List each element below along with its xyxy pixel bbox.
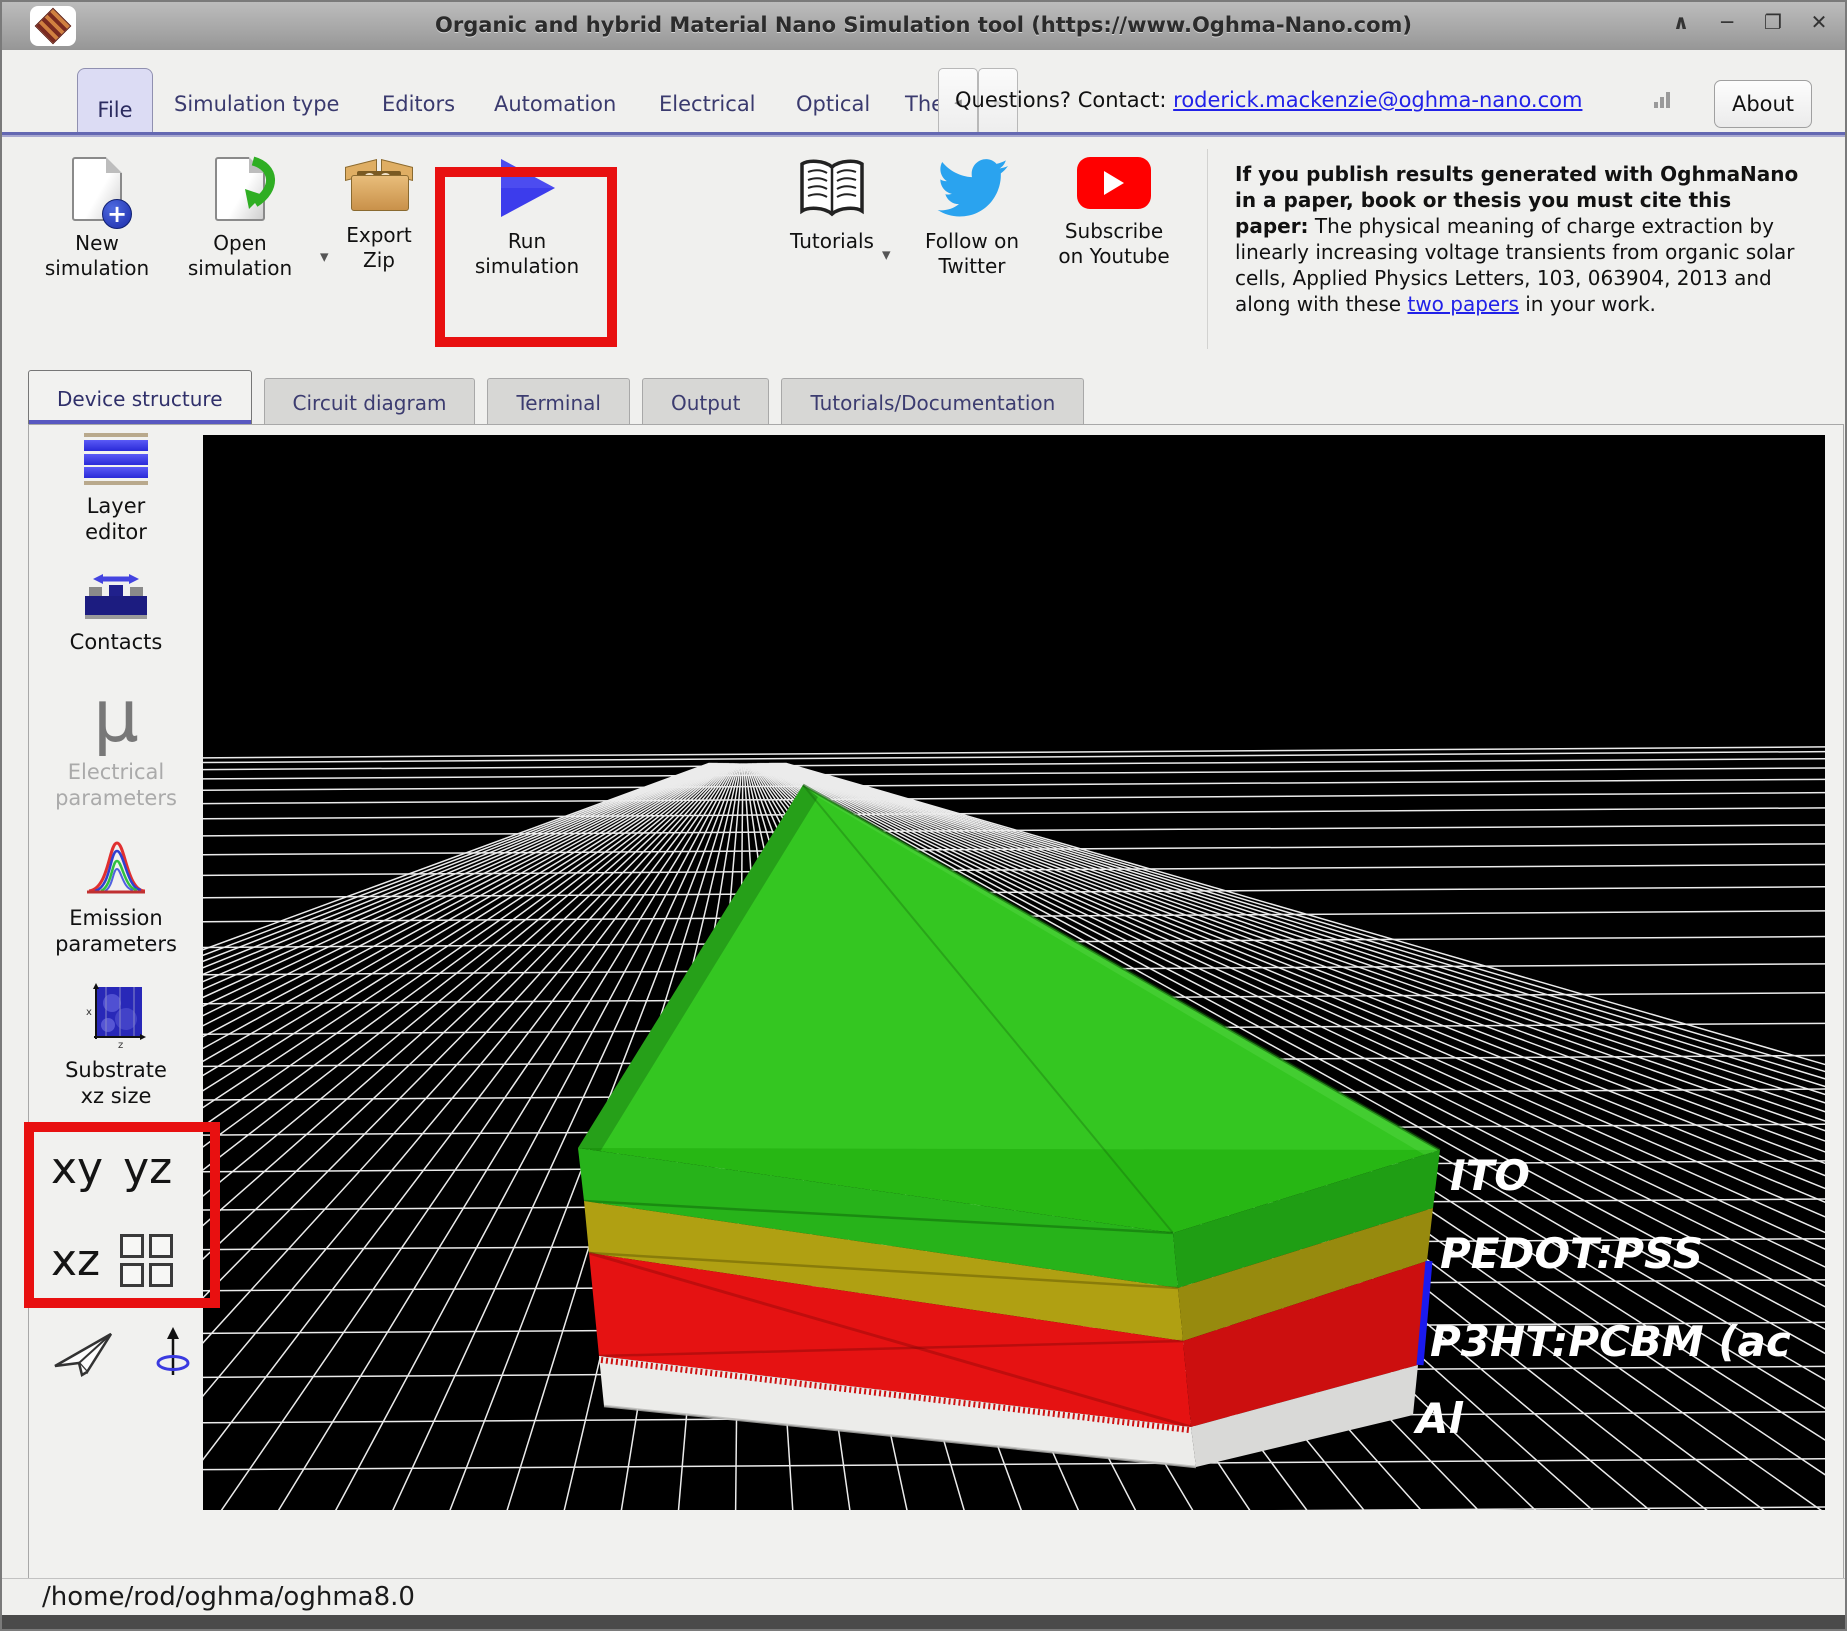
- tutorials-dropdown-icon[interactable]: ▾: [882, 245, 891, 265]
- label-p3ht-pcbm: P3HT:PCBM (ac: [1430, 1317, 1791, 1366]
- menu-electrical[interactable]: Electrical: [659, 92, 756, 116]
- fly-scene-icon[interactable]: [51, 1328, 117, 1378]
- run-simulation-button[interactable]: Runsimulation: [462, 157, 592, 279]
- menu-simulation-type[interactable]: Simulation type: [174, 92, 339, 116]
- tutorials-button[interactable]: Tutorials: [772, 157, 892, 254]
- label-pedot-pss: PEDOT:PSS: [1440, 1229, 1703, 1278]
- open-document-icon: [215, 157, 265, 221]
- tab-tutorials-documentation[interactable]: Tutorials/Documentation: [781, 378, 1084, 427]
- new-simulation-button[interactable]: + Newsimulation: [42, 157, 152, 281]
- contacts-icon: [83, 571, 149, 621]
- layer-labels: ITO PEDOT:PSS P3HT:PCBM (ac Al: [1413, 1151, 1791, 1443]
- window-title: Organic and hybrid Material Nano Simulat…: [2, 13, 1845, 37]
- menu-optical[interactable]: Optical: [796, 92, 870, 116]
- follow-twitter-button[interactable]: Follow onTwitter: [907, 157, 1037, 279]
- window-bottom-edge: [2, 1615, 1845, 1629]
- sidebar-item-contacts[interactable]: Contacts: [29, 571, 203, 655]
- export-zip-button[interactable]: ExportZip: [324, 157, 434, 273]
- substrate-xz-icon: x z: [84, 983, 148, 1049]
- title-bar[interactable]: Organic and hybrid Material Nano Simulat…: [2, 2, 1845, 51]
- shade-window-button[interactable]: ∧: [1669, 10, 1693, 34]
- svg-text:x: x: [86, 1007, 92, 1018]
- label-ito: ITO: [1450, 1151, 1530, 1200]
- view-quad-button[interactable]: [120, 1234, 173, 1287]
- view-orientation-buttons: xy yz xz: [51, 1143, 201, 1419]
- view-yz-button[interactable]: yz: [123, 1143, 172, 1194]
- layers-icon: [84, 433, 148, 485]
- contact-email-link[interactable]: roderick.mackenzie@oghma-nano.com: [1173, 88, 1582, 112]
- menu-bar: File Simulation type Editors Automation …: [2, 50, 1845, 132]
- tab-terminal[interactable]: Terminal: [487, 378, 630, 427]
- menu-automation[interactable]: Automation: [494, 92, 616, 116]
- tab-circuit-diagram[interactable]: Circuit diagram: [264, 378, 476, 427]
- menu-file[interactable]: File: [77, 68, 153, 132]
- sidebar: Layereditor Contacts μ Electricalparamet: [29, 433, 203, 1135]
- book-icon: [794, 157, 870, 219]
- svg-text:z: z: [118, 1040, 123, 1049]
- subscribe-youtube-button[interactable]: Subscribeon Youtube: [1044, 157, 1184, 269]
- close-button[interactable]: ✕: [1807, 10, 1831, 34]
- citation-text: If you publish results generated with Og…: [1235, 161, 1801, 317]
- view-xy-button[interactable]: xy: [51, 1143, 103, 1194]
- tab-device-structure[interactable]: Device structure: [28, 370, 252, 427]
- application-window: Organic and hybrid Material Nano Simulat…: [0, 0, 1847, 1631]
- open-simulation-button[interactable]: Opensimulation: [180, 157, 300, 281]
- play-icon: [495, 157, 559, 219]
- label-al: Al: [1413, 1394, 1464, 1443]
- citation-tail: in your work.: [1519, 292, 1656, 316]
- signal-bars-icon: [1654, 92, 1670, 108]
- zip-box-icon: [345, 157, 413, 213]
- status-bar: /home/rod/oghma/oghma8.0: [2, 1578, 1845, 1615]
- 3d-device-canvas[interactable]: ITO PEDOT:PSS P3HT:PCBM (ac Al: [203, 435, 1825, 1510]
- current-path: /home/rod/oghma/oghma8.0: [42, 1582, 415, 1612]
- maximize-button[interactable]: ❐: [1761, 10, 1785, 34]
- citation-papers-link[interactable]: two papers: [1407, 292, 1518, 316]
- contact-text: Questions? Contact: roderick.mackenzie@o…: [955, 88, 1582, 112]
- rotate-scene-icon[interactable]: [153, 1327, 193, 1379]
- twitter-icon: [934, 157, 1010, 219]
- new-document-icon: +: [72, 157, 122, 221]
- mu-icon: μ: [93, 681, 139, 751]
- tab-output[interactable]: Output: [642, 378, 769, 427]
- youtube-icon: [1077, 157, 1151, 209]
- about-button[interactable]: About: [1714, 80, 1812, 128]
- menu-editors[interactable]: Editors: [382, 92, 455, 116]
- emission-spectrum-icon: [83, 837, 149, 897]
- toolbar-divider: [1207, 149, 1208, 349]
- sidebar-item-electrical-parameters[interactable]: μ Electricalparameters: [29, 681, 203, 811]
- minimize-button[interactable]: ─: [1715, 10, 1739, 34]
- contact-label: Questions? Contact:: [955, 88, 1173, 112]
- view-xz-button[interactable]: xz: [51, 1235, 100, 1286]
- sidebar-item-emission-parameters[interactable]: Emissionparameters: [29, 837, 203, 957]
- view-tabs: Device structure Circuit diagram Termina…: [28, 370, 1084, 427]
- device-structure-pane: Layereditor Contacts μ Electricalparamet: [28, 424, 1844, 1582]
- sidebar-item-layer-editor[interactable]: Layereditor: [29, 433, 203, 545]
- sidebar-item-substrate-xz-size[interactable]: x z Substratexz size: [29, 983, 203, 1109]
- toolbar: + Newsimulation Opensimulation ▾ ExportZ…: [2, 137, 1845, 367]
